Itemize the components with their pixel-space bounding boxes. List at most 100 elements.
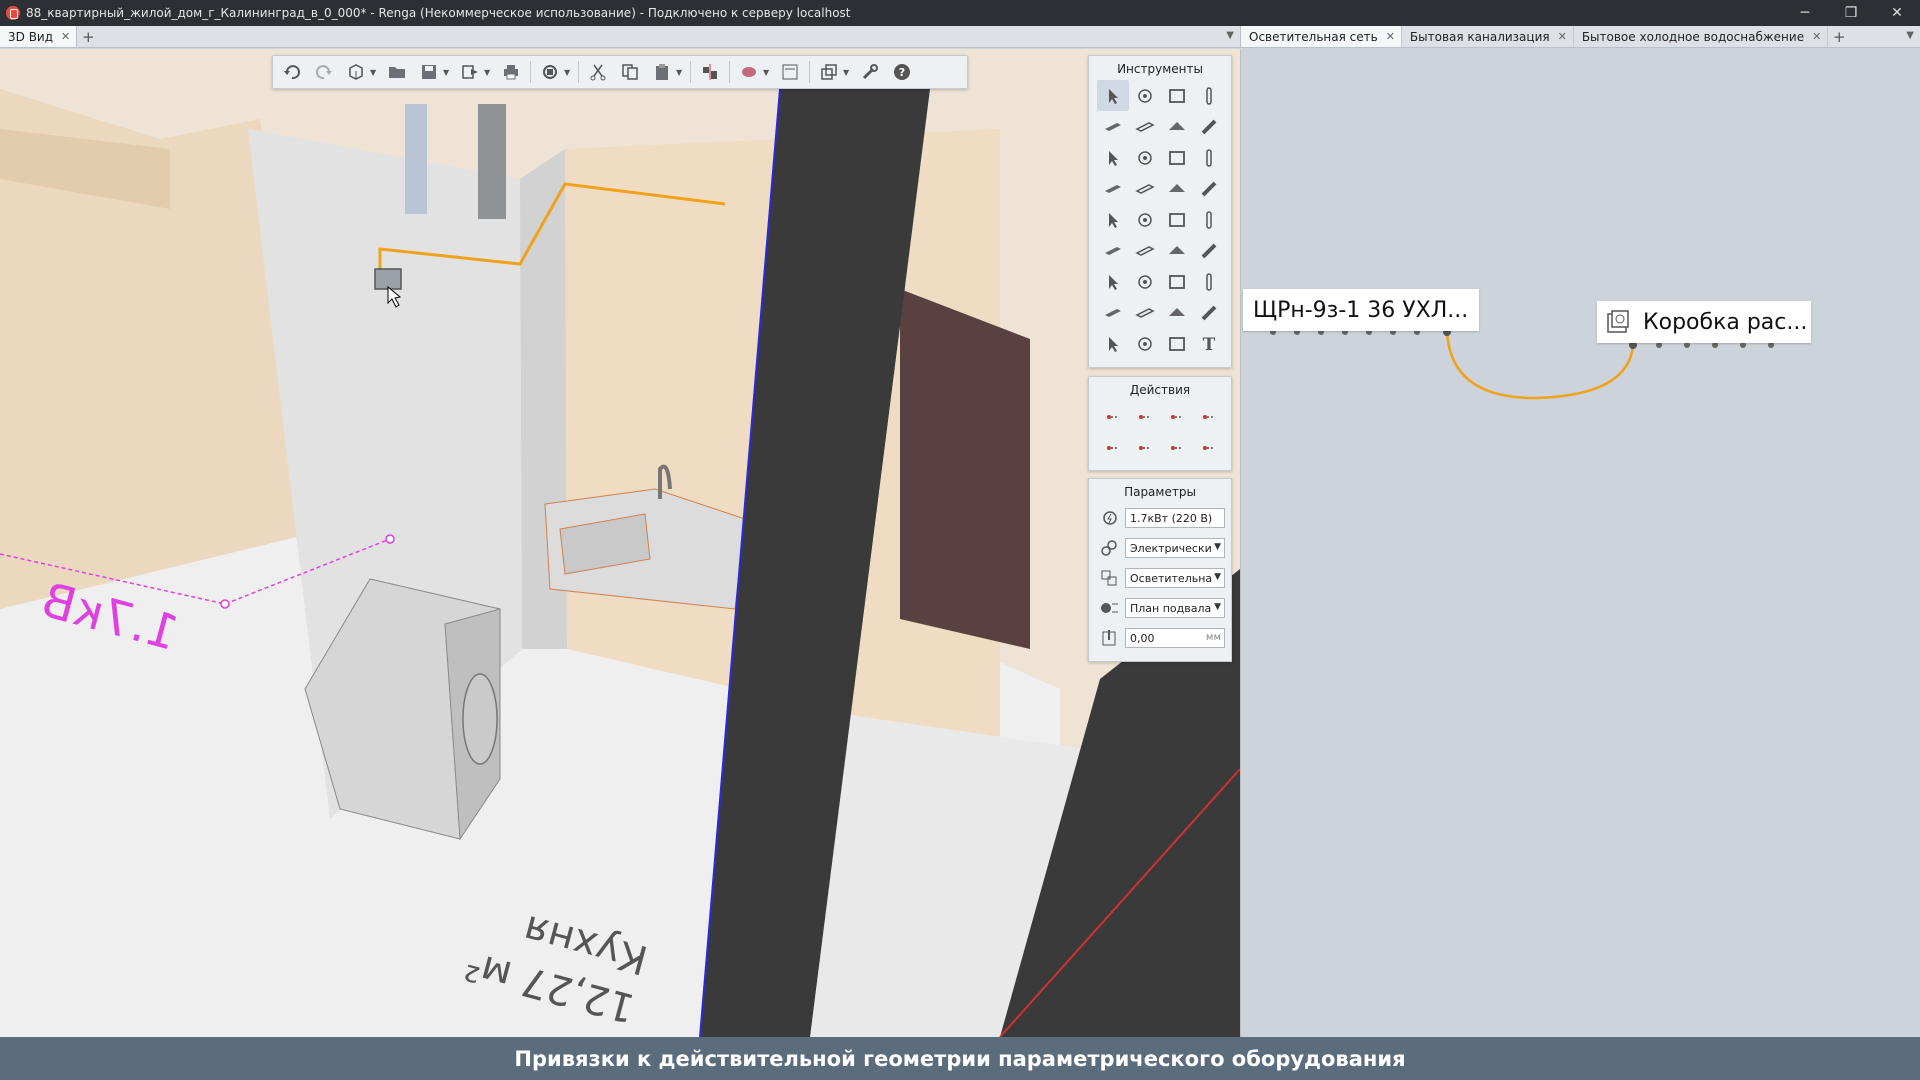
tool-pipe-accessory-button[interactable] [1129,235,1161,266]
copy-button[interactable] [617,59,643,85]
visual-style-button[interactable] [736,59,762,85]
action-align-button[interactable] [1193,432,1225,463]
junction-box-node[interactable]: Коробка рас... [1597,301,1811,343]
tool-mechanical-equipment-button[interactable] [1129,204,1161,235]
param-row-power: 1.7кВт (220 В) [1089,503,1231,533]
tool-window-button[interactable] [1193,142,1225,173]
tool-junction-box-button[interactable] [1193,266,1225,297]
tool-room-button[interactable] [1097,328,1129,359]
tab-cold-water-supply[interactable]: Бытовое холодное водоснабжение ✕ [1574,26,1829,47]
tool-select-button[interactable] [1097,80,1129,111]
schematic-view[interactable]: ЩРн-9з-1 36 УХЛ... Коробка рас... [1240,49,1920,1037]
undo-button[interactable] [279,59,305,85]
tool-electrical-equipment-button[interactable] [1097,266,1129,297]
action-rotate-button[interactable] [1097,432,1129,463]
tool-level-marker-button[interactable] [1129,80,1161,111]
view-mode-button[interactable] [343,59,369,85]
close-button[interactable]: ✕ [1874,0,1920,26]
sync-button[interactable] [537,59,563,85]
floor-icon [1135,121,1155,132]
help-button[interactable]: ? [889,59,915,85]
tool-wire-button[interactable] [1129,328,1161,359]
tool-pipe-fitting-button[interactable] [1193,173,1225,204]
calculator-button[interactable] [777,59,803,85]
tool-plumbing-fixture-button[interactable] [1161,173,1193,204]
chevron-down-icon[interactable]: ▼ [763,68,771,77]
tool-air-terminal-button[interactable] [1097,235,1129,266]
tool-wall-button[interactable] [1161,80,1193,111]
tool-panelboard-button[interactable] [1097,297,1129,328]
layers-button[interactable] [816,59,842,85]
junction-box[interactable] [374,268,402,290]
open-button[interactable] [384,59,410,85]
tool-outlet-button[interactable] [1161,297,1193,328]
close-icon[interactable]: ✕ [1558,30,1567,43]
tool-railing-button[interactable] [1097,173,1129,204]
tool-beam-button[interactable] [1193,111,1225,142]
settings-button[interactable] [857,59,883,85]
tool-duct-fitting-button[interactable] [1193,235,1225,266]
close-icon[interactable]: ✕ [1812,30,1821,43]
3d-scene[interactable]: 1.7кВ 12,27 м² Кухня [0,49,1240,1037]
add-tab-button[interactable]: + [1828,26,1850,47]
chevron-down-icon[interactable]: ▼ [676,68,684,77]
action-trim-button[interactable] [1097,401,1129,432]
add-tab-button[interactable]: + [77,26,99,47]
tool-cable-tray-button[interactable] [1129,266,1161,297]
restore-button[interactable]: ❐ [1828,0,1874,26]
action-copy-button[interactable] [1161,432,1193,463]
close-icon[interactable]: ✕ [61,30,70,43]
save-icon [422,65,436,79]
redo-button[interactable] [311,59,337,85]
align-button[interactable] [697,59,723,85]
tool-text-button[interactable]: T [1193,328,1225,359]
export-button[interactable] [457,59,483,85]
level-select[interactable]: План подвала ▼ [1125,598,1225,618]
tab-household-sewerage[interactable]: Бытовая канализация ✕ [1402,26,1574,47]
system-type-select[interactable]: Электрически ▼ [1125,538,1225,558]
tab-lighting-network[interactable]: Осветительная сеть ✕ [1241,26,1402,47]
chevron-down-icon[interactable]: ▼ [443,68,451,77]
chevron-down-icon[interactable]: ▼ [484,68,492,77]
tab-3d-view[interactable]: 3D Вид ✕ [0,26,78,47]
offset-field[interactable]: 0,00 мм [1125,628,1225,648]
tool-floor-button[interactable] [1129,111,1161,142]
chevron-down-icon[interactable]: ▼ [843,68,851,77]
tool-hatch-button[interactable] [1161,328,1193,359]
print-button[interactable] [498,59,524,85]
tool-slab-button[interactable] [1097,111,1129,142]
action-array-button[interactable] [1129,401,1161,432]
tool-ramp-button[interactable] [1129,142,1161,173]
tool-roof-button[interactable] [1161,111,1193,142]
tool-line-button[interactable] [1129,173,1161,204]
action-split-button[interactable] [1161,401,1193,432]
save-button[interactable] [416,59,442,85]
tool-duct-accessory-button[interactable] [1161,204,1193,235]
action-mirror-button[interactable] [1193,401,1225,432]
tool-electrical-fixture-button[interactable] [1161,235,1193,266]
panelboard-icon [1105,308,1121,317]
minimize-button[interactable]: ─ [1782,0,1828,26]
tool-column-button[interactable] [1193,80,1225,111]
close-icon[interactable]: ✕ [1386,30,1395,43]
paste-button[interactable] [649,59,675,85]
tab-list-dropdown[interactable]: ▼ [1906,30,1914,41]
chevron-down-icon[interactable]: ▼ [370,68,378,77]
tool-stair-button[interactable] [1097,142,1129,173]
tool-cable-fitting-button[interactable] [1129,297,1161,328]
power-field[interactable]: 1.7кВт (220 В) [1125,508,1225,528]
chevron-down-icon[interactable]: ▼ [564,68,572,77]
tool-equipment-button[interactable] [1097,204,1129,235]
panelboard-node[interactable]: ЩРн-9з-1 36 УХЛ... [1243,289,1479,331]
tab-list-dropdown[interactable]: ▼ [1226,30,1234,41]
3d-viewport[interactable]: 1.7кВ 12,27 м² Кухня [0,49,1240,1037]
tool-device-button[interactable] [1193,297,1225,328]
action-move-button[interactable] [1129,432,1161,463]
split-icon [1171,414,1183,419]
system-select[interactable]: Осветительна ▼ [1125,568,1225,588]
cut-button[interactable] [585,59,611,85]
tool-light-fixture-button[interactable] [1161,266,1193,297]
tool-door-button[interactable] [1161,142,1193,173]
schematic-canvas[interactable] [1241,49,1920,1037]
tool-valve-button[interactable] [1193,204,1225,235]
